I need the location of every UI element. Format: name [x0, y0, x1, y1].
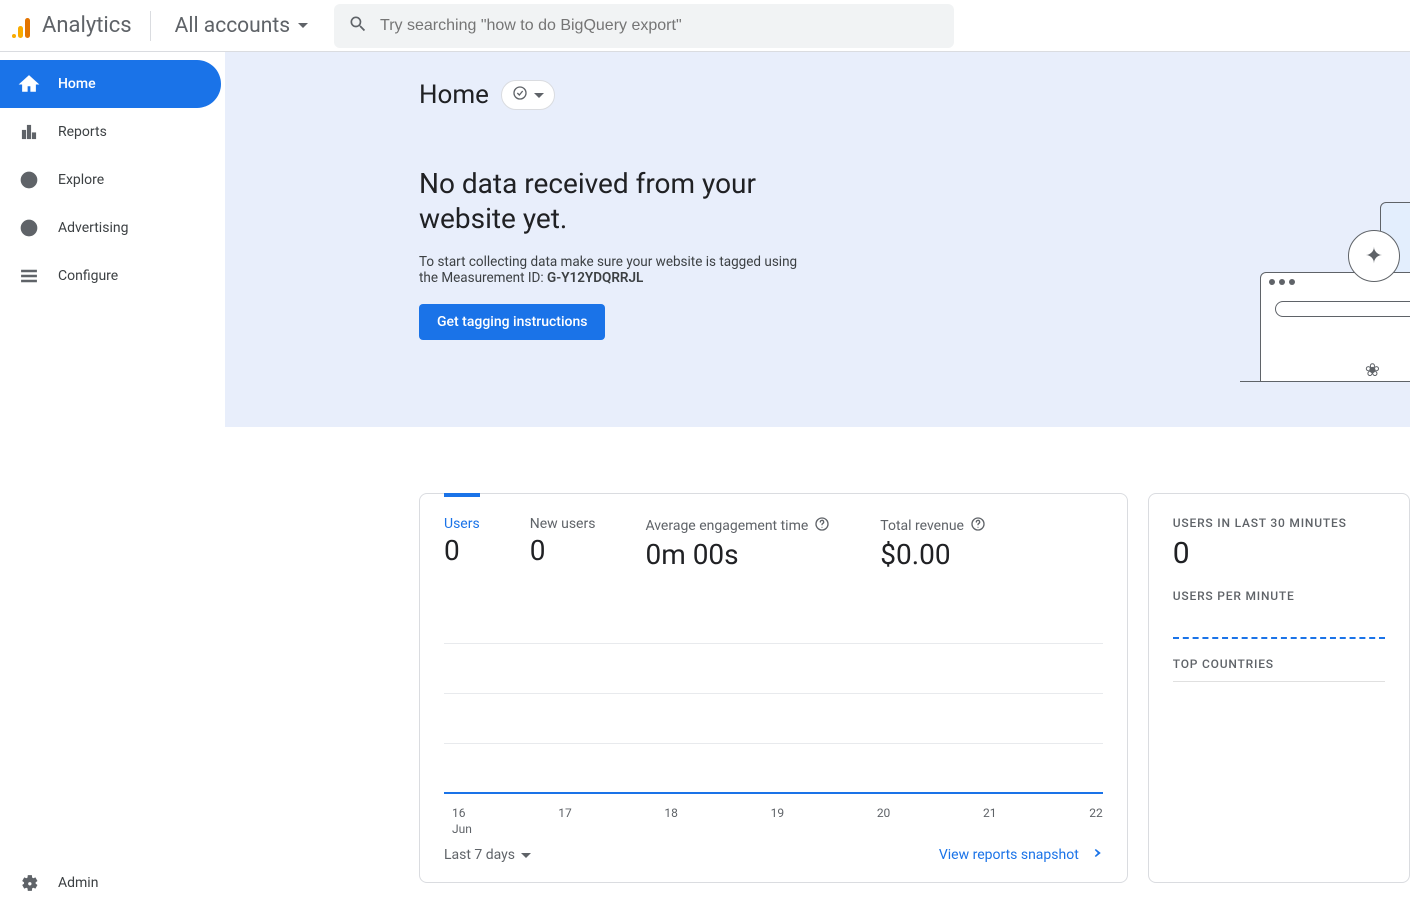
- overview-card: Users 0 New users 0 Average engagement t…: [419, 493, 1128, 883]
- hero-banner: Home No data received from your website …: [225, 52, 1410, 427]
- caret-down-icon: [534, 93, 544, 98]
- help-icon[interactable]: [970, 516, 986, 536]
- sidebar: Home Reports Explore Advertising Configu…: [0, 52, 225, 907]
- sidebar-item-label: Home: [58, 76, 96, 92]
- check-circle-icon: [512, 85, 528, 105]
- metrics-row: Users 0 New users 0 Average engagement t…: [444, 516, 1103, 571]
- date-range-selector[interactable]: Last 7 days: [444, 847, 531, 863]
- sidebar-item-label: Configure: [58, 268, 118, 284]
- metric-value: 0: [530, 534, 596, 567]
- sidebar-item-reports[interactable]: Reports: [0, 108, 225, 156]
- tagging-instructions-button[interactable]: Get tagging instructions: [419, 304, 605, 340]
- x-tick: 22: [1089, 806, 1103, 820]
- caret-down-icon: [521, 853, 531, 858]
- header: Analytics All accounts: [0, 0, 1410, 52]
- sidebar-item-configure[interactable]: Configure: [0, 252, 225, 300]
- sidebar-item-label: Advertising: [58, 220, 128, 236]
- search-input[interactable]: [380, 17, 940, 35]
- divider: [1173, 681, 1385, 682]
- realtime-users-value: 0: [1173, 536, 1385, 571]
- reports-icon: [18, 121, 40, 143]
- chart-month-label: Jun: [452, 822, 472, 836]
- users-per-minute-label: USERS PER MINUTE: [1173, 589, 1385, 603]
- x-tick: 20: [877, 806, 891, 820]
- account-label: All accounts: [175, 14, 290, 38]
- sidebar-footer: Admin: [0, 859, 225, 907]
- top-countries-label: TOP COUNTRIES: [1173, 657, 1385, 671]
- explore-icon: [18, 169, 40, 191]
- account-switcher[interactable]: All accounts: [169, 10, 314, 42]
- x-tick: 18: [664, 806, 678, 820]
- metric-new-users[interactable]: New users 0: [530, 516, 596, 571]
- metric-avg-engagement[interactable]: Average engagement time 0m 00s: [645, 516, 830, 571]
- analytics-logo-icon: [12, 14, 36, 38]
- chart-x-labels: 16 17 18 19 20 21 22: [452, 806, 1103, 820]
- hero-illustration: ✦ ❀: [1180, 192, 1410, 412]
- page-title: Home: [419, 80, 489, 110]
- sidebar-nav: Home Reports Explore Advertising Configu…: [0, 60, 225, 300]
- date-range-label: Last 7 days: [444, 847, 515, 863]
- search-icon: [348, 14, 368, 38]
- realtime-users-label: USERS IN LAST 30 MINUTES: [1173, 516, 1385, 530]
- sidebar-item-label: Explore: [58, 172, 104, 188]
- sparkline-placeholder: [1173, 637, 1385, 639]
- divider: [150, 11, 151, 41]
- metric-label: Users: [444, 516, 480, 532]
- hero-subtext: To start collecting data make sure your …: [419, 254, 819, 286]
- advertising-icon: [18, 217, 40, 239]
- metric-label: New users: [530, 516, 596, 532]
- metric-total-revenue[interactable]: Total revenue $0.00: [880, 516, 986, 571]
- metric-label: Average engagement time: [645, 518, 808, 534]
- configure-icon: [18, 265, 40, 287]
- realtime-card: USERS IN LAST 30 MINUTES 0 USERS PER MIN…: [1148, 493, 1410, 883]
- status-badge-dropdown[interactable]: [501, 80, 555, 110]
- arrow-right-icon: [1085, 844, 1103, 866]
- sidebar-item-admin[interactable]: Admin: [0, 859, 225, 907]
- x-tick: 17: [558, 806, 572, 820]
- sidebar-item-explore[interactable]: Explore: [0, 156, 225, 204]
- sidebar-item-label: Reports: [58, 124, 107, 140]
- metric-users[interactable]: Users 0: [444, 516, 480, 571]
- link-label: View reports snapshot: [939, 847, 1079, 863]
- hero-heading: No data received from your website yet.: [419, 166, 809, 236]
- x-tick: 16: [452, 806, 466, 820]
- x-tick: 19: [771, 806, 785, 820]
- sidebar-item-home[interactable]: Home: [0, 60, 221, 108]
- searchbar[interactable]: [334, 4, 954, 48]
- trend-chart: 16 17 18 19 20 21 22 Jun: [444, 599, 1103, 844]
- help-icon[interactable]: [814, 516, 830, 536]
- main: Home No data received from your website …: [225, 52, 1410, 907]
- app-name: Analytics: [42, 13, 132, 38]
- view-reports-link[interactable]: View reports snapshot: [939, 844, 1103, 866]
- metric-label: Total revenue: [880, 518, 964, 534]
- metric-value: 0m 00s: [645, 538, 830, 571]
- measurement-id-value: G-Y12YDQRRJL: [547, 270, 643, 286]
- sidebar-item-advertising[interactable]: Advertising: [0, 204, 225, 252]
- sidebar-item-label: Admin: [58, 875, 98, 891]
- home-icon: [18, 73, 40, 95]
- metric-value: $0.00: [880, 538, 986, 571]
- caret-down-icon: [298, 23, 308, 28]
- app-logo[interactable]: Analytics: [12, 13, 132, 38]
- metric-value: 0: [444, 534, 480, 567]
- x-tick: 21: [983, 806, 997, 820]
- chart-axis-line: [444, 792, 1103, 794]
- gear-icon: [18, 872, 40, 894]
